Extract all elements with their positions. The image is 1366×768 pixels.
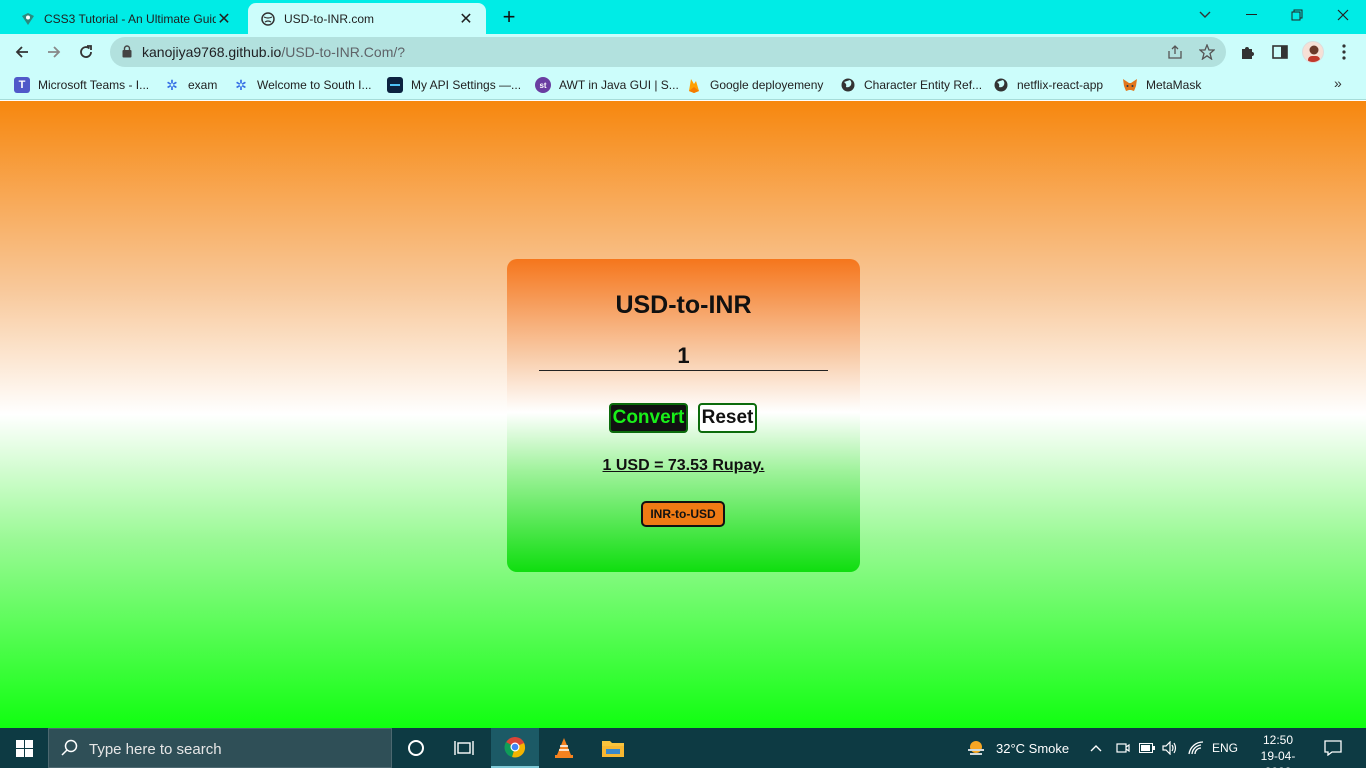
windows-start-icon[interactable] bbox=[0, 728, 48, 768]
bookmark-label: Google deployemeny bbox=[710, 78, 824, 92]
metamask-icon bbox=[1122, 77, 1138, 93]
file-explorer-icon[interactable] bbox=[589, 728, 637, 768]
bookmark-netflix-react-app[interactable]: netflix-react-app bbox=[993, 76, 1103, 94]
reset-button[interactable]: Reset bbox=[698, 403, 757, 433]
new-tab-plus-icon[interactable]: + bbox=[498, 4, 520, 29]
globe-icon bbox=[993, 77, 1009, 93]
globe-icon bbox=[840, 77, 856, 93]
bookmark-microsoft-teams[interactable]: T Microsoft Teams - I... bbox=[14, 76, 149, 94]
reload-icon[interactable] bbox=[72, 38, 100, 66]
convert-button[interactable]: Convert bbox=[609, 403, 688, 433]
clock-time: 12:50 bbox=[1262, 733, 1294, 747]
bookmark-label: Character Entity Ref... bbox=[864, 78, 983, 92]
bookmark-google-deployemeny[interactable]: Google deployemeny bbox=[686, 76, 823, 94]
url-path: /USD-to-INR.Com/? bbox=[281, 44, 406, 60]
tab-strip: CSS3 Tutorial - An Ultimate Guid ✕ USD-t… bbox=[0, 0, 1366, 34]
windows-taskbar: Type here to search 32°C Smoke ENG 12:50… bbox=[0, 728, 1366, 768]
cortana-icon[interactable] bbox=[392, 728, 440, 768]
chrome-icon[interactable] bbox=[491, 728, 539, 768]
bookmarks-overflow-chevron-icon[interactable]: » bbox=[1334, 75, 1342, 91]
st-icon: st bbox=[535, 77, 551, 93]
page-title: USD-to-INR bbox=[615, 291, 752, 319]
wifi-icon[interactable] bbox=[1188, 728, 1204, 768]
task-view-icon[interactable] bbox=[440, 728, 488, 768]
bookmark-label: Welcome to South I... bbox=[257, 78, 372, 92]
weather-text: 32°C Smoke bbox=[996, 740, 1070, 756]
battery-icon[interactable] bbox=[1139, 728, 1155, 768]
notifications-icon[interactable] bbox=[1324, 728, 1342, 768]
side-panel-icon[interactable] bbox=[1270, 42, 1290, 62]
tab-title: USD-to-INR.com bbox=[284, 11, 375, 26]
amount-input[interactable] bbox=[539, 341, 828, 371]
language-indicator[interactable]: ENG bbox=[1212, 728, 1238, 768]
address-bar[interactable]: kanojiya9768.github.io/USD-to-INR.Com/? bbox=[110, 37, 1226, 67]
tab-css3-tutorial[interactable]: CSS3 Tutorial - An Ultimate Guid ✕ bbox=[8, 3, 244, 34]
vlc-icon[interactable] bbox=[540, 728, 588, 768]
conversion-result: 1 USD = 73.53 Rupay. bbox=[602, 457, 765, 474]
close-icon[interactable]: ✕ bbox=[458, 11, 474, 28]
tab-usd-to-inr[interactable]: USD-to-INR.com ✕ bbox=[248, 3, 486, 34]
taskbar-search-box[interactable]: Type here to search bbox=[48, 728, 392, 768]
profile-avatar[interactable] bbox=[1302, 41, 1324, 63]
weather-haze-icon bbox=[968, 741, 984, 755]
teams-icon: T bbox=[14, 77, 30, 93]
meet-now-icon[interactable] bbox=[1116, 728, 1130, 768]
bookmark-character-entity[interactable]: Character Entity Ref... bbox=[840, 76, 982, 94]
firebase-icon bbox=[686, 77, 702, 93]
clock[interactable]: 12:50 19-04-2022 bbox=[1248, 732, 1308, 768]
back-arrow-icon[interactable] bbox=[8, 38, 36, 66]
bookmarks-bar: T Microsoft Teams - I... ✲ exam ✲ Welcom… bbox=[0, 70, 1366, 100]
api-icon bbox=[387, 77, 403, 93]
browser-toolbar: kanojiya9768.github.io/USD-to-INR.Com/? bbox=[0, 34, 1366, 70]
page-background: USD-to-INR Convert Reset 1 USD = 73.53 R… bbox=[0, 101, 1366, 728]
window-close-icon[interactable] bbox=[1320, 0, 1366, 30]
url-host: kanojiya9768.github.io bbox=[142, 44, 282, 60]
site-favicon-icon bbox=[20, 11, 36, 27]
globe-icon bbox=[260, 11, 276, 27]
forward-arrow-icon[interactable] bbox=[40, 38, 68, 66]
weather-widget[interactable]: 32°C Smoke bbox=[966, 728, 1069, 768]
bookmark-awt-java[interactable]: st AWT in Java GUI | S... bbox=[535, 76, 679, 94]
bookmark-star-icon[interactable] bbox=[1198, 43, 1216, 61]
converter-card: USD-to-INR Convert Reset 1 USD = 73.53 R… bbox=[507, 259, 860, 572]
tab-title: CSS3 Tutorial - An Ultimate Guid bbox=[44, 11, 216, 26]
bookmark-my-api-settings[interactable]: My API Settings —... bbox=[387, 76, 521, 94]
kubernetes-icon: ✲ bbox=[166, 76, 178, 93]
bookmark-label: netflix-react-app bbox=[1017, 78, 1104, 92]
extensions-puzzle-icon[interactable] bbox=[1238, 42, 1258, 62]
restore-icon[interactable] bbox=[1274, 0, 1320, 30]
lock-icon bbox=[122, 45, 132, 58]
bookmark-label: MetaMask bbox=[1146, 78, 1202, 92]
show-hidden-icons-chevron-icon[interactable] bbox=[1090, 728, 1102, 768]
inr-to-usd-button[interactable]: INR-to-USD bbox=[641, 501, 725, 527]
close-icon[interactable]: ✕ bbox=[216, 11, 232, 28]
bookmark-exam[interactable]: ✲ exam bbox=[164, 76, 217, 94]
bookmark-welcome-south[interactable]: ✲ Welcome to South I... bbox=[233, 76, 372, 94]
search-placeholder: Type here to search bbox=[89, 741, 222, 758]
menu-kebab-icon[interactable] bbox=[1334, 42, 1354, 62]
clock-date: 19-04-2022 bbox=[1260, 749, 1296, 768]
bookmark-label: AWT in Java GUI | S... bbox=[559, 78, 679, 92]
bookmark-metamask[interactable]: MetaMask bbox=[1122, 76, 1201, 94]
kubernetes-icon: ✲ bbox=[235, 76, 247, 93]
search-icon bbox=[61, 739, 78, 756]
minimize-icon[interactable] bbox=[1228, 0, 1274, 30]
bookmark-label: Microsoft Teams - I... bbox=[38, 78, 150, 92]
volume-icon[interactable] bbox=[1162, 728, 1178, 768]
bookmark-label: My API Settings —... bbox=[411, 78, 522, 92]
bookmark-label: exam bbox=[188, 78, 218, 92]
share-icon[interactable] bbox=[1166, 43, 1184, 61]
url-text: kanojiya9768.github.io/USD-to-INR.Com/? bbox=[142, 44, 405, 60]
tab-search-chevron-icon[interactable] bbox=[1182, 0, 1228, 30]
